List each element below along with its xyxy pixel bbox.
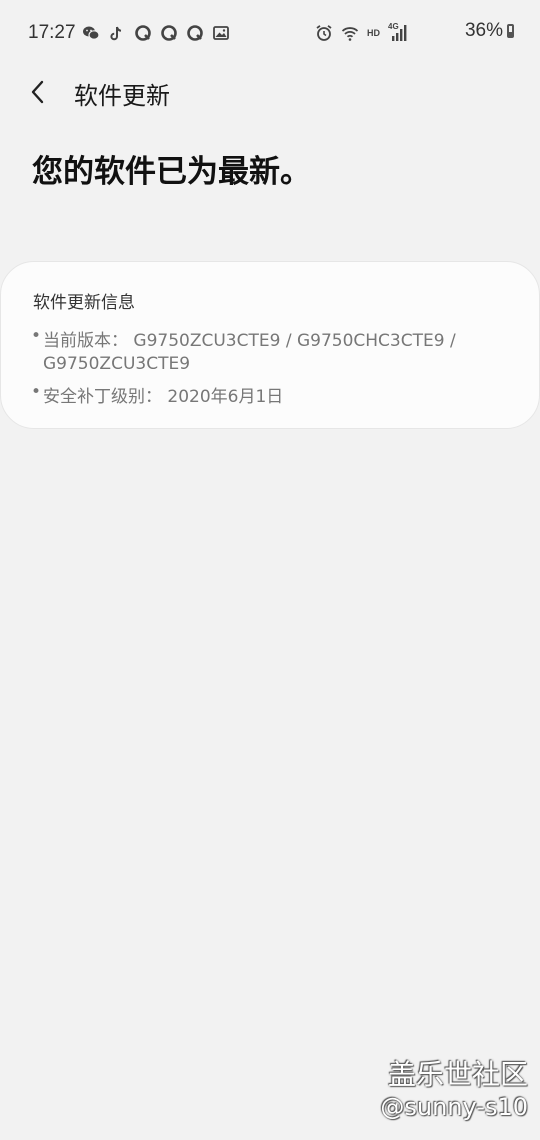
status-time: 17:27 [28, 22, 76, 43]
notification-icons [82, 24, 230, 42]
current-version-continued: G9750ZCU3CTE9 [43, 354, 190, 374]
gallery-icon [213, 26, 229, 40]
battery-percent: 36% [464, 20, 503, 41]
chevron-left-icon [31, 80, 44, 104]
bullet: • [31, 326, 42, 346]
page-title: 软件更新 [74, 82, 170, 110]
battery-icon [507, 24, 514, 38]
security-patch-text: 安全补丁级别： 2020年6月1日 [43, 387, 284, 407]
q-icon [187, 25, 203, 41]
back-button[interactable] [18, 72, 58, 112]
watermark: 盖乐世社区 @sunny-s10 [380, 1058, 528, 1122]
battery-indicator: 36% [465, 20, 514, 42]
watermark-user: @sunny-s10 [380, 1093, 528, 1121]
wechat-icon [83, 26, 100, 40]
security-patch-row: • 安全补丁级别： 2020年6月1日 [31, 382, 283, 407]
watermark-community: 盖乐世社区 [387, 1058, 528, 1091]
q-icon [135, 25, 151, 41]
signal-icon: 4G [388, 22, 408, 42]
current-version-row: • 当前版本： G9750ZCU3CTE9 / G9750CHC3CTE9 / [31, 326, 456, 351]
status-bar: 17:27 HD 4G 36% [0, 0, 540, 66]
tiktok-icon [110, 26, 122, 41]
up-to-date-message: 您的软件已为最新。 [32, 154, 311, 190]
card-title: 软件更新信息 [33, 293, 135, 313]
alarm-icon [316, 25, 332, 41]
wifi-icon [341, 27, 359, 41]
q-icon [161, 25, 177, 41]
hd-icon: HD [367, 28, 380, 38]
bullet: • [31, 382, 42, 402]
update-info-card: 软件更新信息 • 当前版本： G9750ZCU3CTE9 / G9750CHC3… [0, 261, 540, 429]
system-icons: HD 4G [315, 22, 408, 42]
current-version-text-2: G9750ZCU3CTE9 [43, 354, 191, 374]
app-header: 软件更新 [0, 66, 540, 120]
current-version-text: 当前版本： G9750ZCU3CTE9 / G9750CHC3CTE9 / [43, 331, 456, 351]
